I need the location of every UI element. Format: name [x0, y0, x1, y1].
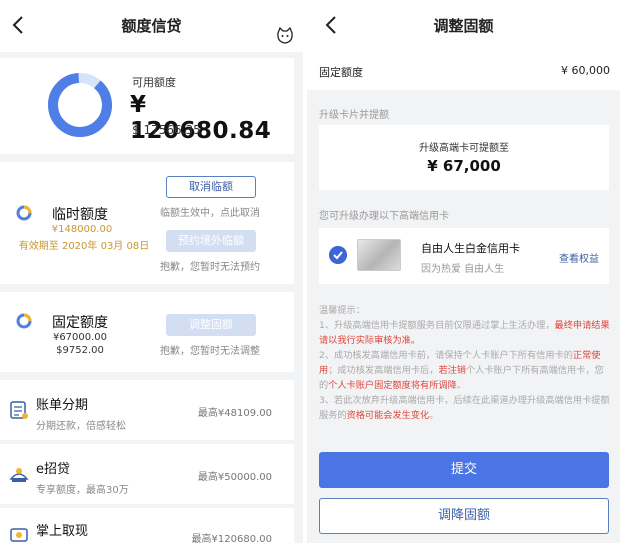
current-fixed-limit-row: 固定额度 ¥ 60,000: [307, 52, 620, 90]
fixed-limit-label: 固定额度: [319, 66, 363, 79]
tip-warning: 个人卡账户固定额度将有所调降: [328, 380, 457, 391]
available-limit-card: 可用额度 ¥ 120680.84 $ 17566.35: [0, 58, 294, 154]
list-item-max: 最高¥48109.00: [197, 408, 272, 419]
reserve-overseas-limit-button[interactable]: 预约境外临额: [166, 230, 256, 252]
page-title: 调整固额: [433, 17, 494, 35]
list-item-title: e招贷: [36, 462, 70, 477]
adjust-fixed-limit-screen: 调整固额 固定额度 ¥ 60,000 升级卡片并提额 升级高端卡可提额至 ¥ 6…: [307, 0, 620, 543]
limit-donut-chart: [48, 73, 112, 137]
fixed-limit-title: 固定额度: [52, 315, 108, 331]
adjust-fixed-limit-button[interactable]: 调整固额: [166, 314, 256, 336]
tip-text: 1、升级高端信用卡提额服务目前仅限通过掌上生活办理，: [319, 320, 555, 331]
cards-section-header: 您可升级办理以下高端信用卡: [319, 211, 449, 222]
fixed-limit-icon: [16, 313, 32, 329]
reserve-overseas-limit-hint: 抱歉，您暂时无法预约: [160, 262, 260, 273]
temporary-limit-title: 临时额度: [52, 207, 108, 223]
fixed-limit-amount-usd: $9752.00: [56, 345, 104, 356]
list-item-cash-withdraw[interactable]: 掌上取现 最高¥120680.00: [0, 508, 294, 543]
credit-limit-screen: 额度信贷 可用额度 ¥ 120680.84 $ 17566.35 临时额度 ¥1…: [0, 0, 303, 543]
tip-3: 3、若此次放弃升级高端信用卡，后续在此渠道办理升级高端信用卡提额服务的资格可能会…: [319, 393, 611, 423]
available-limit-usd: $ 17566.35: [132, 123, 201, 137]
temporary-limit-validity: 有效期至 2020年 03月 08日: [18, 241, 150, 252]
temporary-limit-icon: [16, 205, 32, 221]
nav-bar: 额度信贷: [0, 0, 303, 52]
cancel-temporary-limit-button[interactable]: 取消临额: [166, 176, 256, 198]
tip-text: 。: [429, 410, 439, 421]
tip-warning: 若注销: [438, 365, 466, 376]
upgrade-text: 升级高端卡可提额至: [419, 143, 509, 154]
tips-block: 温馨提示： 1、升级高端信用卡提额服务目前仅限通过掌上生活办理，最终申请结果请以…: [319, 303, 611, 423]
card-option-row[interactable]: 自由人生白金信用卡 因为热爱 自由人生 查看权益: [319, 228, 609, 284]
upgrade-section-header: 升级卡片并提额: [319, 110, 389, 121]
tip-text: 。: [456, 380, 466, 391]
fixed-limit-amount-cny: ¥67000.00: [52, 332, 108, 343]
tip-warning: 资格可能会发生变化: [346, 410, 430, 421]
adjust-fixed-limit-hint: 抱歉，您暂时无法调整: [160, 346, 260, 357]
list-item-bill-installment[interactable]: 账单分期 分期还款，倍感轻松 最高¥48109.00: [0, 380, 294, 440]
available-limit-label: 可用额度: [132, 76, 176, 89]
card-name: 自由人生白金信用卡: [421, 242, 520, 255]
fixed-limit-card: 固定额度 ¥67000.00 $9752.00 调整固额 抱歉，您暂时无法调整: [0, 292, 294, 372]
tip-text: ；成功核发高端信用卡后，: [328, 365, 439, 376]
upgrade-amount: ¥ 67,000: [427, 157, 501, 175]
list-item-e-loan[interactable]: e招贷 专享额度，最高30万 最高¥50000.00: [0, 444, 294, 504]
cancel-temporary-limit-hint: 临额生效中，点此取消: [160, 208, 260, 219]
view-rights-link[interactable]: 查看权益: [559, 250, 599, 265]
fixed-limit-value: ¥ 60,000: [561, 64, 610, 77]
tips-title: 温馨提示：: [319, 305, 365, 316]
upgrade-card: 升级高端卡可提额至 ¥ 67,000: [319, 125, 609, 190]
submit-button[interactable]: 提交: [319, 452, 609, 488]
cat-mascot-icon[interactable]: [275, 26, 295, 46]
temporary-limit-card: 临时额度 ¥148000.00 有效期至 2020年 03月 08日 取消临额 …: [0, 162, 294, 284]
nav-bar: 调整固额: [307, 0, 620, 52]
lower-fixed-limit-button[interactable]: 调降固额: [319, 498, 609, 534]
cash-withdraw-icon: [10, 528, 28, 542]
tip-text: 2、成功核发高端信用卡前，请保持个人卡账户下所有信用卡的: [319, 350, 573, 361]
list-item-subtitle: 专享额度，最高30万: [36, 485, 129, 496]
list-item-title: 掌上取现: [36, 524, 89, 539]
bill-installment-icon: [10, 401, 28, 419]
temporary-limit-amount: ¥148000.00: [51, 224, 113, 235]
checkmark-icon[interactable]: [329, 246, 347, 264]
list-item-max: 最高¥120680.00: [191, 534, 272, 543]
tip-2: 2、成功核发高端信用卡前，请保持个人卡账户下所有信用卡的正常使用；成功核发高端信…: [319, 348, 611, 393]
list-item-max: 最高¥50000.00: [197, 472, 272, 483]
e-loan-icon: [9, 468, 29, 482]
credit-card-image: [357, 239, 401, 271]
list-item-title: 账单分期: [36, 398, 89, 413]
card-description: 因为热爱 自由人生: [421, 264, 505, 275]
page-title: 额度信贷: [121, 17, 182, 35]
tip-1: 1、升级高端信用卡提额服务目前仅限通过掌上生活办理，最终申请结果请以我行实际审核…: [319, 318, 611, 348]
list-item-subtitle: 分期还款，倍感轻松: [36, 421, 126, 432]
